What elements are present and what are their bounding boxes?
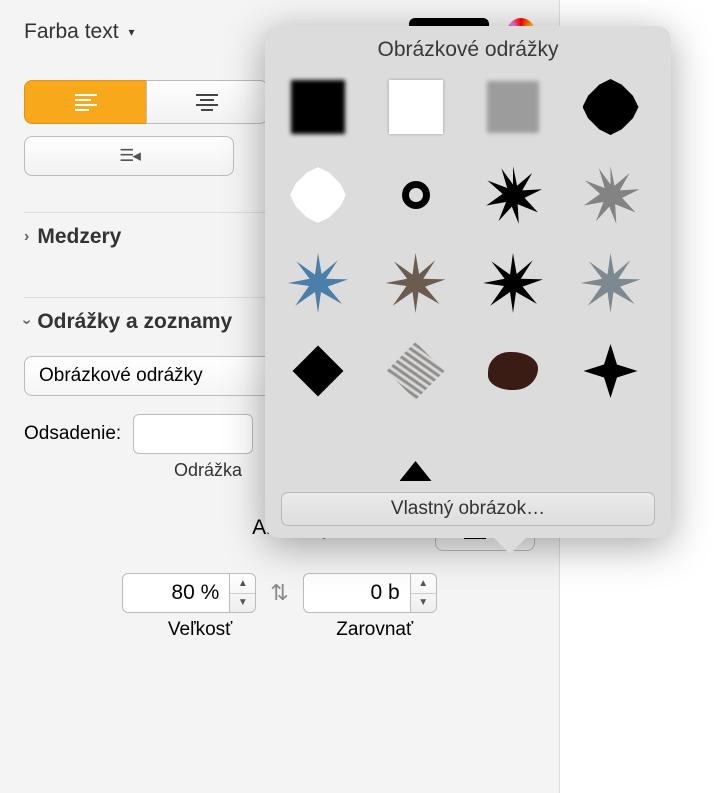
chevron-right-icon: › <box>24 228 29 246</box>
align-left-button[interactable] <box>24 80 146 124</box>
bullet-option-black-burst[interactable] <box>482 164 544 226</box>
indent-label: Odsadenie: <box>24 423 121 445</box>
bullet-type-value: Obrázkové odrážky <box>39 365 203 387</box>
bullet-option-partial[interactable] <box>385 428 447 490</box>
text-color-dropdown-icon[interactable]: ▾ <box>129 25 135 39</box>
indent-bullet-input[interactable] <box>133 414 253 454</box>
bullet-option-blob[interactable] <box>482 340 544 402</box>
bullet-option-white-squircle[interactable] <box>287 164 349 226</box>
bullet-option-blue-asterisk[interactable] <box>287 252 349 314</box>
align-center-button[interactable] <box>146 80 268 124</box>
indent-decrease-button[interactable]: ☰◂ <box>24 136 234 176</box>
bullet-option-four-point-star[interactable] <box>580 340 642 402</box>
bullet-option-gray-burst[interactable] <box>580 164 642 226</box>
align-stepper[interactable]: ▲▼ <box>411 573 437 613</box>
chevron-down-icon: › <box>18 319 36 324</box>
indent-bullet-sublabel: Odrážka <box>174 460 242 481</box>
resize-updown-icon: ⇅ <box>270 580 288 606</box>
bullet-option-black-square[interactable] <box>287 76 349 138</box>
bullet-option-line-asterisk[interactable] <box>482 252 544 314</box>
bullet-option-scribble[interactable] <box>385 340 447 402</box>
size-stepper[interactable]: ▲▼ <box>230 573 256 613</box>
text-color-label: Farba text <box>24 20 119 44</box>
popover-title: Obrázkové odrážky <box>281 38 655 62</box>
custom-image-button[interactable]: Vlastný obrázok… <box>281 492 655 526</box>
size-label: Veľkosť <box>168 619 232 641</box>
spacing-label: Medzery <box>37 225 121 249</box>
align-input[interactable] <box>303 573 411 613</box>
bullet-option-brown-asterisk[interactable] <box>385 252 447 314</box>
bullet-option-gray-square[interactable] <box>482 76 544 138</box>
bullet-option-faded-asterisk[interactable] <box>580 252 642 314</box>
bullet-option-ring[interactable] <box>385 164 447 226</box>
bullet-option-diamond[interactable] <box>287 340 349 402</box>
indent-decrease-icon: ☰◂ <box>119 146 139 166</box>
size-input[interactable] <box>122 573 230 613</box>
image-bullets-popover: Obrázkové odrážky Vlastný obrázok… <box>265 26 671 538</box>
bullets-label: Odrážky a zoznamy <box>37 310 232 334</box>
align-label: Zarovnať <box>336 619 413 641</box>
bullet-option-white-square[interactable] <box>385 76 447 138</box>
bullet-option-black-squircle[interactable] <box>580 76 642 138</box>
